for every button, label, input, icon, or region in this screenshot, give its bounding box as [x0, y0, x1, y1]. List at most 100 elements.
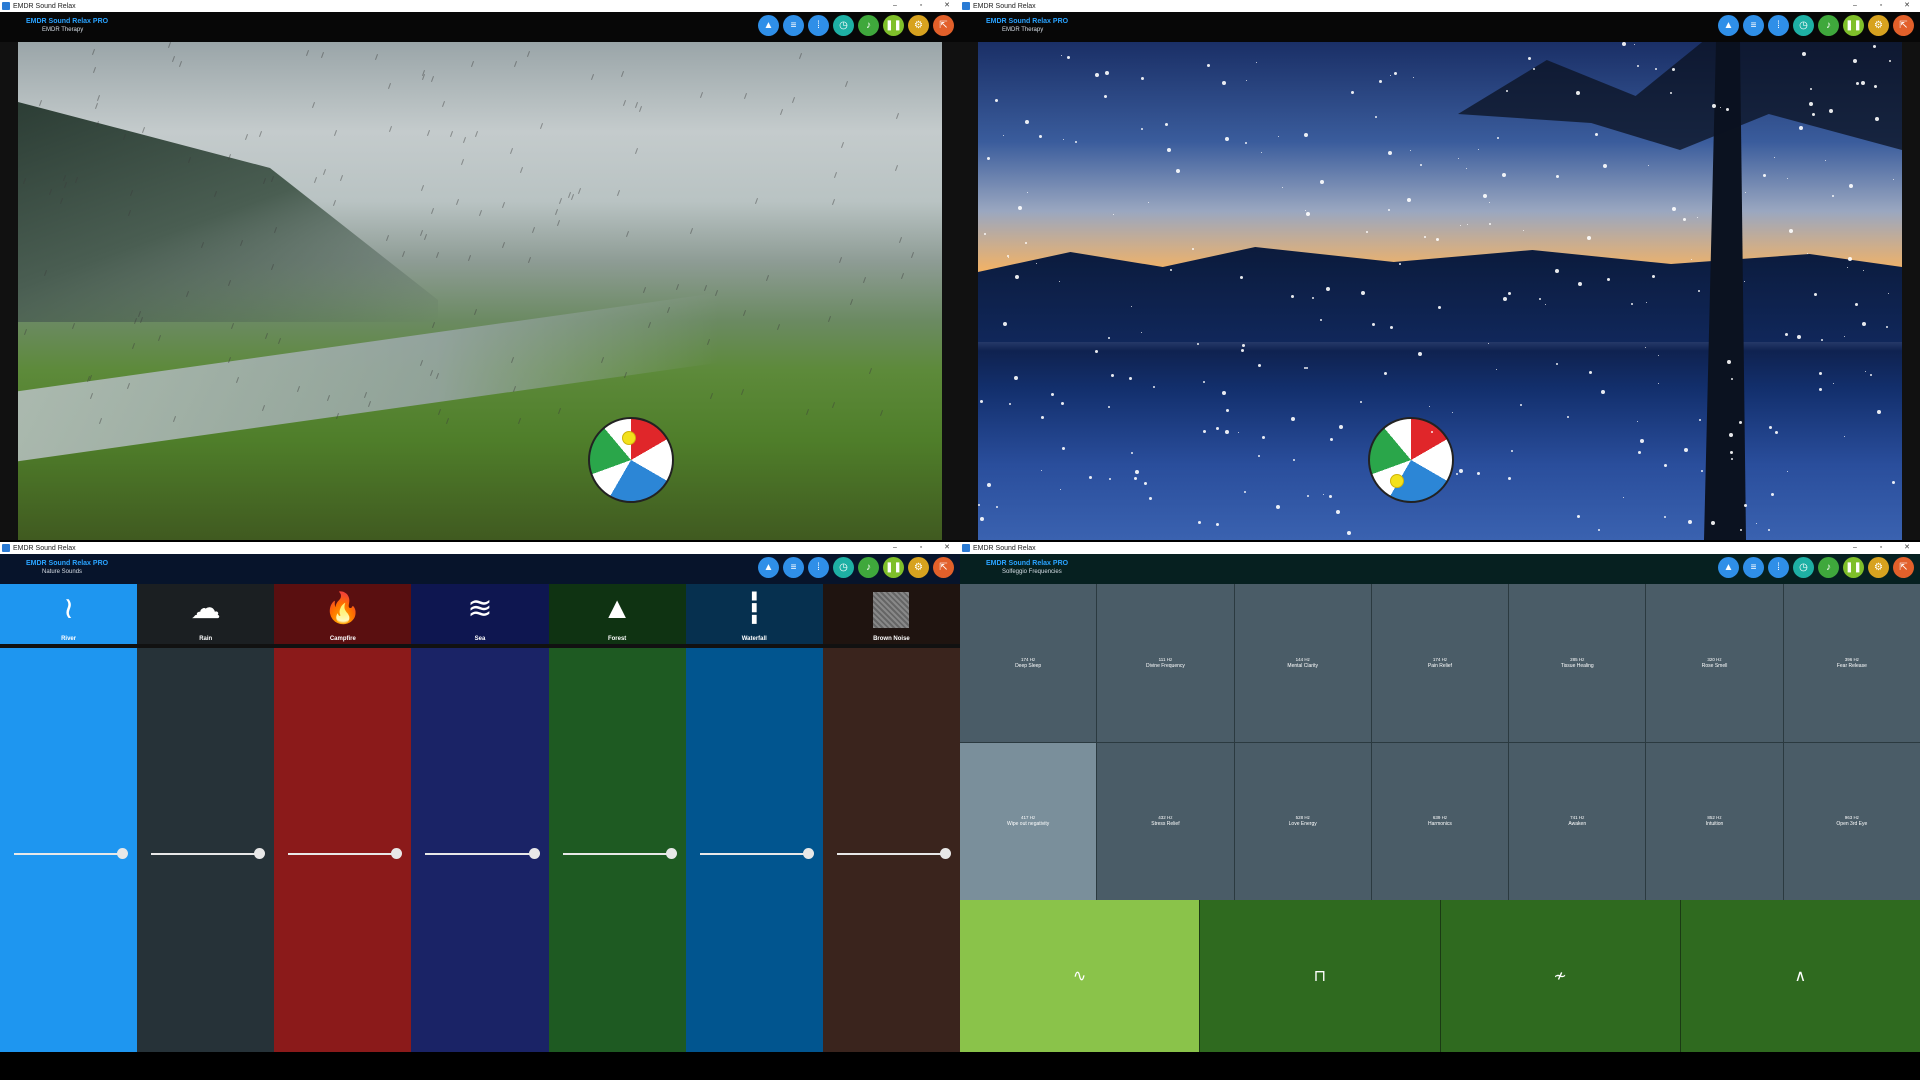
sound-toggle-sea[interactable]: ≋ Sea — [411, 584, 549, 644]
external-open-button[interactable]: ⇱ — [1893, 15, 1914, 36]
sound-toggle-forest[interactable]: ▲ Forest — [548, 584, 686, 644]
music-note-button[interactable]: ♪ — [858, 557, 879, 578]
volume-slider[interactable] — [425, 848, 540, 859]
sound-toggle-waterfall[interactable]: ┇ Waterfall — [685, 584, 823, 644]
emdr-ball[interactable] — [1368, 417, 1454, 503]
pause-button[interactable]: ❚❚ — [1843, 557, 1864, 578]
waves-menu-button[interactable]: ≡ — [783, 557, 804, 578]
frequency-hz: 417 Hz — [1021, 815, 1036, 821]
volume-slider-thumb[interactable] — [254, 848, 266, 859]
landscape-button[interactable]: ▲ — [758, 557, 779, 578]
frequency-button[interactable]: 417 Hz Wipe out negativity — [960, 742, 1097, 900]
frequency-button[interactable]: 432 Hz Stress Relief — [1097, 742, 1234, 900]
maximize-button[interactable]: ▫ — [1868, 542, 1894, 554]
sound-wave-button[interactable]: ⁞ — [808, 557, 829, 578]
title-bar[interactable]: EMDR Sound Relax – ▫ ✕ — [0, 0, 960, 12]
maximize-button[interactable]: ▫ — [908, 0, 934, 12]
music-note-button[interactable]: ♪ — [858, 15, 879, 36]
timer-button[interactable]: ◷ — [833, 557, 854, 578]
music-note-button[interactable]: ♪ — [1818, 15, 1839, 36]
landscape-button[interactable]: ▲ — [1718, 15, 1739, 36]
pause-button[interactable]: ❚❚ — [883, 557, 904, 578]
frequency-button[interactable]: 852 Hz Intuition — [1646, 742, 1783, 900]
close-button[interactable]: ✕ — [1894, 542, 1920, 554]
volume-slider[interactable] — [562, 848, 677, 859]
close-button[interactable]: ✕ — [1894, 0, 1920, 12]
maximize-button[interactable]: ▫ — [1868, 0, 1894, 12]
minimize-button[interactable]: – — [1842, 0, 1868, 12]
volume-slider-thumb[interactable] — [391, 848, 403, 859]
title-bar[interactable]: EMDR Sound Relax – ▫ ✕ — [0, 542, 960, 554]
snowflake — [1533, 68, 1535, 70]
sound-toggle-brown-noise[interactable]: Brown Noise — [822, 584, 960, 644]
external-open-button[interactable]: ⇱ — [933, 15, 954, 36]
sound-wave-button[interactable]: ⁞ — [1768, 15, 1789, 36]
frequency-button[interactable]: 144 Hz Mental Clarity — [1234, 584, 1371, 742]
frequency-button[interactable]: 174 Hz Deep Sleep — [960, 584, 1097, 742]
triangle-wave-button[interactable]: ∧ — [1680, 900, 1920, 1052]
frequency-button[interactable]: 174 Hz Pain Relief — [1371, 584, 1509, 742]
maximize-button[interactable]: ▫ — [908, 542, 934, 554]
emdr-ball[interactable] — [588, 417, 674, 503]
volume-slider-thumb[interactable] — [939, 848, 951, 859]
timer-button[interactable]: ◷ — [1793, 15, 1814, 36]
title-bar[interactable]: EMDR Sound Relax – ▫ ✕ — [960, 542, 1920, 554]
music-note-button[interactable]: ♪ — [1818, 557, 1839, 578]
waves-menu-button[interactable]: ≡ — [1743, 557, 1764, 578]
landscape-button[interactable]: ▲ — [1718, 557, 1739, 578]
external-open-button[interactable]: ⇱ — [933, 557, 954, 578]
frequency-button[interactable]: 528 Hz Love Energy — [1234, 742, 1371, 900]
raindrop — [558, 408, 561, 414]
volume-slider[interactable] — [151, 848, 266, 859]
volume-slider[interactable] — [14, 848, 129, 859]
settings-gear-button[interactable]: ⚙ — [908, 15, 929, 36]
frequency-button[interactable]: 639 Hz Harmonics — [1371, 742, 1509, 900]
volume-slider-thumb[interactable] — [528, 848, 540, 859]
square-wave-button[interactable]: ⊓ — [1200, 900, 1440, 1052]
raindrop — [158, 335, 161, 341]
settings-gear-button[interactable]: ⚙ — [1868, 557, 1889, 578]
snowflake — [1787, 178, 1788, 179]
sound-wave-button[interactable]: ⁞ — [808, 15, 829, 36]
frequency-button[interactable]: 396 Hz Fear Release — [1783, 584, 1920, 742]
title-bar[interactable]: EMDR Sound Relax – ▫ ✕ — [960, 0, 1920, 12]
timer-button[interactable]: ◷ — [833, 15, 854, 36]
frequency-button[interactable]: 111 Hz Divine Frequency — [1097, 584, 1234, 742]
sine-wave-button[interactable]: ∿ — [960, 900, 1200, 1052]
volume-slider-thumb[interactable] — [802, 848, 814, 859]
settings-gear-button[interactable]: ⚙ — [908, 557, 929, 578]
landscape-button[interactable]: ▲ — [758, 15, 779, 36]
volume-slider[interactable] — [699, 848, 814, 859]
volume-slider[interactable] — [836, 848, 951, 859]
volume-slider-thumb[interactable] — [665, 848, 677, 859]
waves-menu-icon: ≡ — [1750, 561, 1757, 573]
close-button[interactable]: ✕ — [934, 0, 960, 12]
frequency-button[interactable]: 741 Hz Awaken — [1509, 742, 1646, 900]
waves-menu-button[interactable]: ≡ — [783, 15, 804, 36]
snowflake — [1744, 281, 1745, 282]
sawtooth-wave-button[interactable]: ≁ — [1440, 900, 1680, 1052]
close-button[interactable]: ✕ — [934, 542, 960, 554]
minimize-button[interactable]: – — [882, 542, 908, 554]
settings-gear-button[interactable]: ⚙ — [1868, 15, 1889, 36]
external-open-button[interactable]: ⇱ — [1893, 557, 1914, 578]
sound-toggle-river[interactable]: ≀ River — [0, 584, 138, 644]
external-open-icon: ⇱ — [1899, 561, 1908, 573]
volume-slider[interactable] — [288, 848, 403, 859]
volume-slider-thumb[interactable] — [117, 848, 129, 859]
sound-toggle-rain[interactable]: ☁ Rain — [137, 584, 275, 644]
waves-menu-button[interactable]: ≡ — [1743, 15, 1764, 36]
frequency-button[interactable]: 285 Hz Tissue Healing — [1509, 584, 1646, 742]
frequency-button[interactable]: 320 Hz Rose Smell — [1646, 584, 1783, 742]
raindrop — [806, 409, 809, 415]
snowflake — [1149, 497, 1152, 500]
minimize-button[interactable]: – — [1842, 542, 1868, 554]
pause-button[interactable]: ❚❚ — [1843, 15, 1864, 36]
snowflake — [1278, 136, 1279, 137]
timer-button[interactable]: ◷ — [1793, 557, 1814, 578]
minimize-button[interactable]: – — [882, 0, 908, 12]
sound-toggle-campfire[interactable]: 🔥 Campfire — [274, 584, 412, 644]
frequency-button[interactable]: 963 Hz Open 3rd Eye — [1783, 742, 1920, 900]
sound-wave-button[interactable]: ⁞ — [1768, 557, 1789, 578]
pause-button[interactable]: ❚❚ — [883, 15, 904, 36]
